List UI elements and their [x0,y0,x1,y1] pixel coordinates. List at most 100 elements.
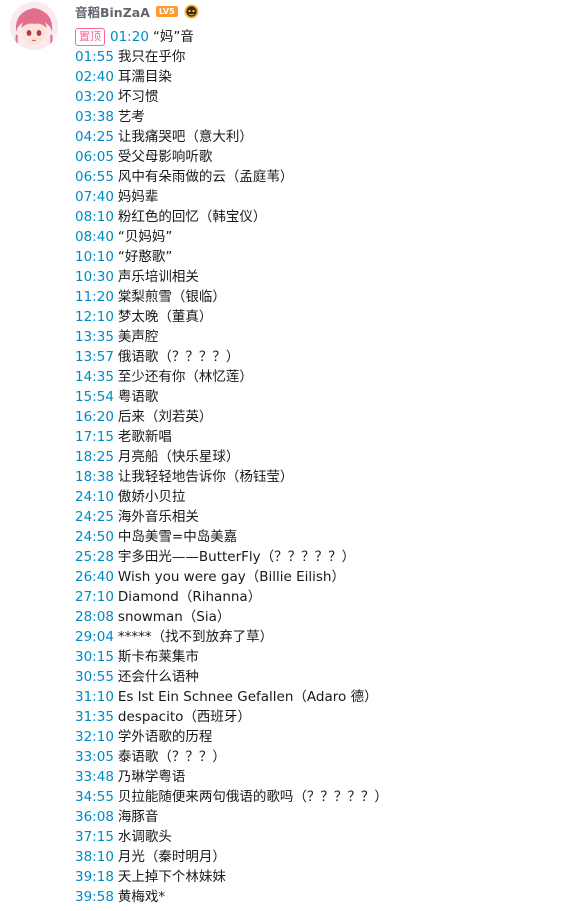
timestamp-label: Es lst Ein Schnee Gefallen（Adaro 德） [117,689,378,705]
comment-header: 音稻BinZaA LV5 [75,2,199,20]
timestamp-label: 海外音乐相关 [117,509,199,525]
timestamp-link[interactable]: 34:55 [75,787,114,807]
timestamp-link[interactable]: 33:48 [75,767,114,787]
timestamp-label: 梦太晚（董真） [117,309,213,325]
timestamp-link[interactable]: 16:20 [75,407,114,427]
timestamp-entry: 10:10 “好憨歌” [75,247,569,267]
timestamp-entry: 13:57 俄语歌（？？？？） [75,347,569,367]
timestamp-label: 美声腔 [117,329,159,345]
timestamp-link[interactable]: 39:18 [75,867,114,887]
timestamp-link[interactable]: 38:10 [75,847,114,867]
timestamp-link[interactable]: 32:10 [75,727,114,747]
timestamp-entry: 02:40 耳濡目染 [75,67,569,87]
timestamp-entry: 15:54 粤语歌 [75,387,569,407]
timestamp-link[interactable]: 24:10 [75,487,114,507]
timestamp-label: 粤语歌 [117,389,159,405]
timestamp-entry: 07:40 妈妈辈 [75,187,569,207]
timestamp-link[interactable]: 27:10 [75,587,114,607]
timestamp-link[interactable]: 18:25 [75,447,114,467]
timestamp-link[interactable]: 29:04 [75,627,114,647]
timestamp-label: 还会什么语种 [117,669,199,685]
timestamp-entry: 12:10 梦太晚（董真） [75,307,569,327]
timestamp-link[interactable]: 03:20 [75,87,114,107]
timestamp-label: “妈”音 [152,29,194,45]
avatar[interactable] [10,2,58,50]
fan-medal-icon [184,4,199,19]
timestamp-entry: 31:35 despacito（西班牙） [75,707,569,727]
timestamp-link[interactable]: 07:40 [75,187,114,207]
timestamp-link[interactable]: 03:38 [75,107,114,127]
timestamp-entry: 39:18 天上掉下个林妹妹 [75,867,569,887]
timestamp-link[interactable]: 15:54 [75,387,114,407]
timestamp-link[interactable]: 13:57 [75,347,114,367]
timestamp-link[interactable]: 11:20 [75,287,114,307]
timestamp-link[interactable]: 08:40 [75,227,114,247]
timestamp-link[interactable]: 18:38 [75,467,114,487]
timestamp-link[interactable]: 31:35 [75,707,114,727]
username[interactable]: 音稻BinZaA [75,2,150,21]
timestamp-label: 受父母影响听歌 [117,149,213,165]
timestamp-label: snowman（Sia） [117,609,231,625]
timestamp-link[interactable]: 10:10 [75,247,114,267]
timestamp-entry: 10:30 声乐培训相关 [75,267,569,287]
timestamp-link[interactable]: 06:05 [75,147,114,167]
timestamp-entry: 39:58 黄梅戏* [75,887,569,907]
timestamp-entry: 37:15 水调歌头 [75,827,569,847]
timestamp-label: 粉红色的回忆（韩宝仪） [117,209,267,225]
timestamp-link[interactable]: 25:28 [75,547,114,567]
timestamp-label: 艺考 [117,109,145,125]
timestamp-link[interactable]: 26:40 [75,567,114,587]
timestamp-link[interactable]: 24:25 [75,507,114,527]
timestamp-link[interactable]: 37:15 [75,827,114,847]
timestamp-label: 坏习惯 [117,89,159,105]
timestamp-link[interactable]: 12:10 [75,307,114,327]
timestamp-entry: 36:08 海豚音 [75,807,569,827]
timestamp-entry: 18:38 让我轻轻地告诉你（杨钰莹） [75,467,569,487]
timestamp-label: *****（找不到放弃了草） [117,629,274,645]
timestamp-label: 棠梨煎雪（银临） [117,289,226,305]
timestamp-link[interactable]: 24:50 [75,527,114,547]
timestamp-link[interactable]: 30:15 [75,647,114,667]
timestamp-label: 耳濡目染 [117,69,172,85]
timestamp-entry: 31:10 Es lst Ein Schnee Gefallen（Adaro 德） [75,687,569,707]
timestamp-entry: 11:20 棠梨煎雪（银临） [75,287,569,307]
timestamp-link[interactable]: 08:10 [75,207,114,227]
timestamp-entry: 03:20 坏习惯 [75,87,569,107]
timestamp-entry: 33:48 乃琳学粤语 [75,767,569,787]
timestamp-label: 老歌新唱 [117,429,172,445]
timestamp-entry: 18:25 月亮船（快乐星球） [75,447,569,467]
timestamp-link[interactable]: 39:58 [75,887,114,907]
timestamp-label: 天上掉下个林妹妹 [117,869,226,885]
timestamp-link[interactable]: 02:40 [75,67,114,87]
timestamp-label: Diamond（Rihanna） [117,589,262,605]
timestamp-link[interactable]: 28:08 [75,607,114,627]
timestamp-link[interactable]: 33:05 [75,747,114,767]
timestamp-label: Wish you were gay（Billie Eilish） [117,569,345,585]
timestamp-link[interactable]: 10:30 [75,267,114,287]
timestamp-link[interactable]: 31:10 [75,687,114,707]
timestamp-link[interactable]: 01:55 [75,47,114,67]
timestamp-label: 声乐培训相关 [117,269,199,285]
timestamp-label: 泰语歌（？？？） [117,749,226,765]
pinned-badge: 置顶 [75,28,105,46]
timestamp-link[interactable]: 14:35 [75,367,114,387]
timestamp-label: 让我轻轻地告诉你（杨钰莹） [117,469,294,485]
timestamp-label: despacito（西班牙） [117,709,251,725]
timestamp-label: 至少还有你（林忆莲） [117,369,253,385]
timestamp-label: 黄梅戏* [117,889,166,905]
timestamp-link[interactable]: 06:55 [75,167,114,187]
timestamp-label: 傲娇小贝拉 [117,489,186,505]
timestamp-entry: 08:40 “贝妈妈” [75,227,569,247]
timestamp-link[interactable]: 36:08 [75,807,114,827]
timestamp-entry: 13:35 美声腔 [75,327,569,347]
timestamp-label: 月光（秦时明月） [117,849,226,865]
timestamp-entry: 06:55 风中有朵雨做的云（孟庭苇） [75,167,569,187]
timestamp-entry: 25:28 宇多田光——ButterFly（？？？？？） [75,547,569,567]
timestamp-label: 学外语歌的历程 [117,729,213,745]
timestamp-link[interactable]: 17:15 [75,427,114,447]
timestamp-link[interactable]: 01:20 [110,27,149,47]
timestamp-link[interactable]: 13:35 [75,327,114,347]
timestamp-link[interactable]: 04:25 [75,127,114,147]
timestamp-link[interactable]: 30:55 [75,667,114,687]
timestamp-label: “贝妈妈” [117,229,173,245]
